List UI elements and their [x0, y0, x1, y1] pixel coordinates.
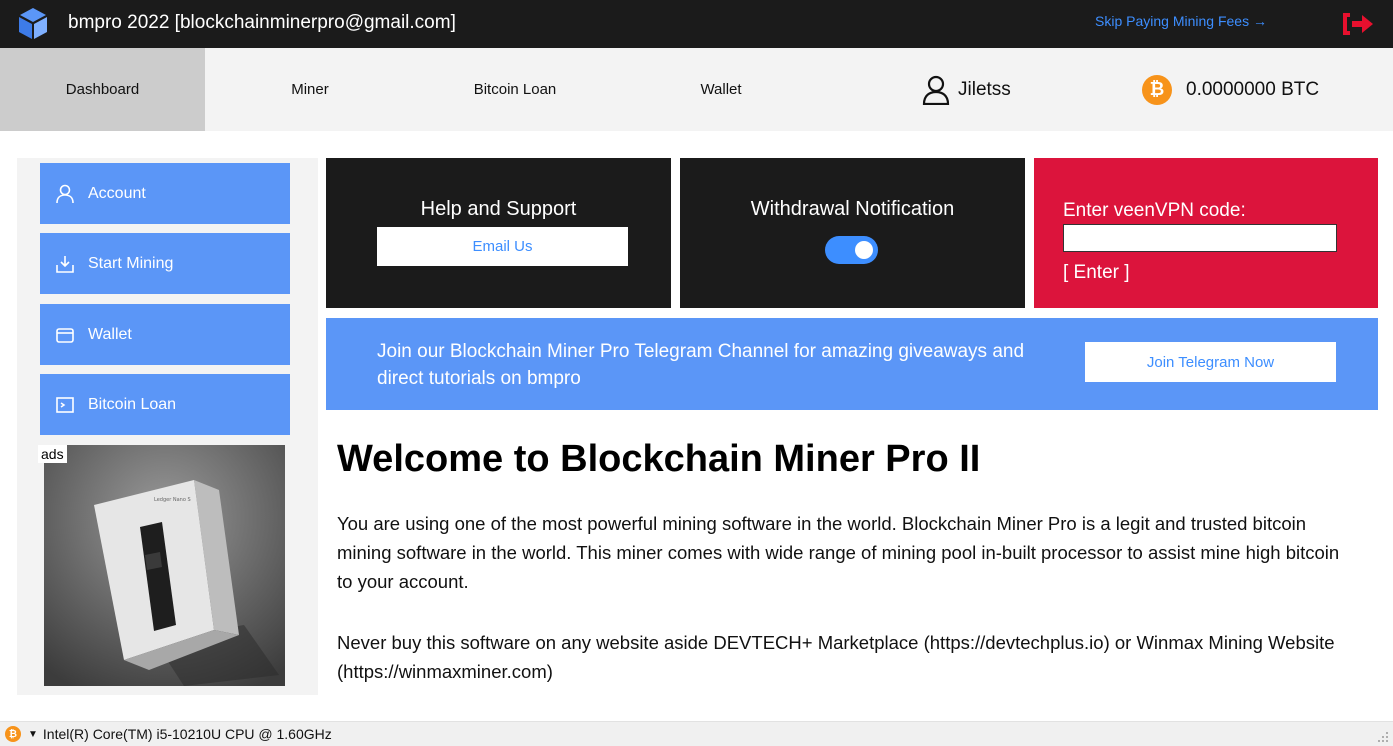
user-icon — [56, 184, 74, 203]
withdrawal-notification-title: Withdrawal Notification — [750, 198, 955, 220]
exit-icon[interactable] — [1340, 10, 1376, 38]
ad-image[interactable]: Ledger Nano S — [44, 445, 285, 686]
top-nav: Dashboard Miner Bitcoin Loan Wallet Jile… — [0, 48, 1393, 131]
window-title: bmpro 2022 [blockchainminerpro@gmail.com… — [68, 12, 456, 33]
tab-miner[interactable]: Miner — [250, 48, 370, 131]
toggle-knob — [855, 241, 873, 259]
download-tray-icon — [56, 255, 74, 273]
status-bar: ₿ ▼ Intel(R) Core(TM) i5-10210U CPU @ 1.… — [0, 721, 1393, 746]
user-profile[interactable]: Jiletss — [922, 48, 1011, 131]
telegram-banner: Join our Blockchain Miner Pro Telegram C… — [326, 318, 1378, 410]
dropdown-caret-icon[interactable]: ▼ — [28, 729, 38, 740]
tab-dashboard[interactable]: Dashboard — [0, 48, 205, 131]
title-bar: bmpro 2022 [blockchainminerpro@gmail.com… — [0, 0, 1393, 48]
telegram-banner-text: Join our Blockchain Miner Pro Telegram C… — [377, 341, 1025, 389]
marketplace-warning: Never buy this software on any website a… — [337, 632, 1335, 682]
sidebar-item-label: Account — [88, 184, 146, 202]
ledger-product-image: Ledger Nano S — [44, 445, 285, 686]
username: Jiletss — [958, 78, 1011, 100]
user-icon — [922, 75, 950, 105]
sidebar-item-account[interactable]: Account — [40, 163, 290, 224]
sidebar: Account Start Mining Wallet Bitcoin Loan — [17, 158, 318, 695]
vpn-enter-button[interactable]: [ Enter ] — [1063, 262, 1130, 284]
cpu-info: Intel(R) Core(TM) i5-10210U CPU @ 1.60GH… — [42, 726, 332, 742]
sidebar-item-start-mining[interactable]: Start Mining — [40, 233, 290, 294]
bitcoin-icon: ₿ — [5, 726, 21, 742]
app-logo-icon — [19, 8, 47, 39]
welcome-paragraph: You are using one of the most powerful m… — [337, 513, 1340, 592]
email-us-button[interactable]: Email Us — [377, 227, 628, 266]
sidebar-item-label: Start Mining — [88, 254, 174, 272]
vpn-code-card: Enter veenVPN code: [ Enter ] — [1034, 158, 1378, 308]
withdrawal-notification-card: Withdrawal Notification — [680, 158, 1025, 308]
help-support-title: Help and Support — [420, 198, 577, 220]
join-telegram-button[interactable]: Join Telegram Now — [1085, 342, 1336, 382]
vpn-code-input[interactable] — [1063, 224, 1337, 252]
help-support-card: Help and Support Email Us — [326, 158, 671, 308]
terminal-icon — [56, 396, 74, 413]
ad-product-text: Ledger Nano S — [154, 497, 191, 503]
balance-value: 0.0000000 BTC — [1186, 78, 1320, 100]
sidebar-item-label: Bitcoin Loan — [88, 395, 177, 413]
btc-balance: ₿ 0.0000000 BTC — [1142, 48, 1319, 131]
tab-wallet[interactable]: Wallet — [670, 48, 772, 131]
sidebar-item-bitcoin-loan[interactable]: Bitcoin Loan — [40, 374, 290, 435]
vpn-code-label: Enter veenVPN code: — [1063, 200, 1246, 221]
tab-bitcoin-loan[interactable]: Bitcoin Loan — [440, 48, 590, 131]
welcome-heading: Welcome to Blockchain Miner Pro II — [337, 438, 981, 480]
withdrawal-notification-toggle[interactable] — [825, 236, 878, 264]
sidebar-item-label: Wallet — [88, 325, 132, 343]
skip-mining-fees-link[interactable]: Skip Paying Mining Fees → — [1095, 13, 1267, 29]
bitcoin-icon: ₿ — [1142, 74, 1172, 105]
wallet-icon — [56, 327, 74, 343]
ads-label: ads — [38, 445, 67, 463]
resize-grip-icon[interactable] — [1377, 731, 1389, 743]
sidebar-item-wallet[interactable]: Wallet — [40, 304, 290, 365]
